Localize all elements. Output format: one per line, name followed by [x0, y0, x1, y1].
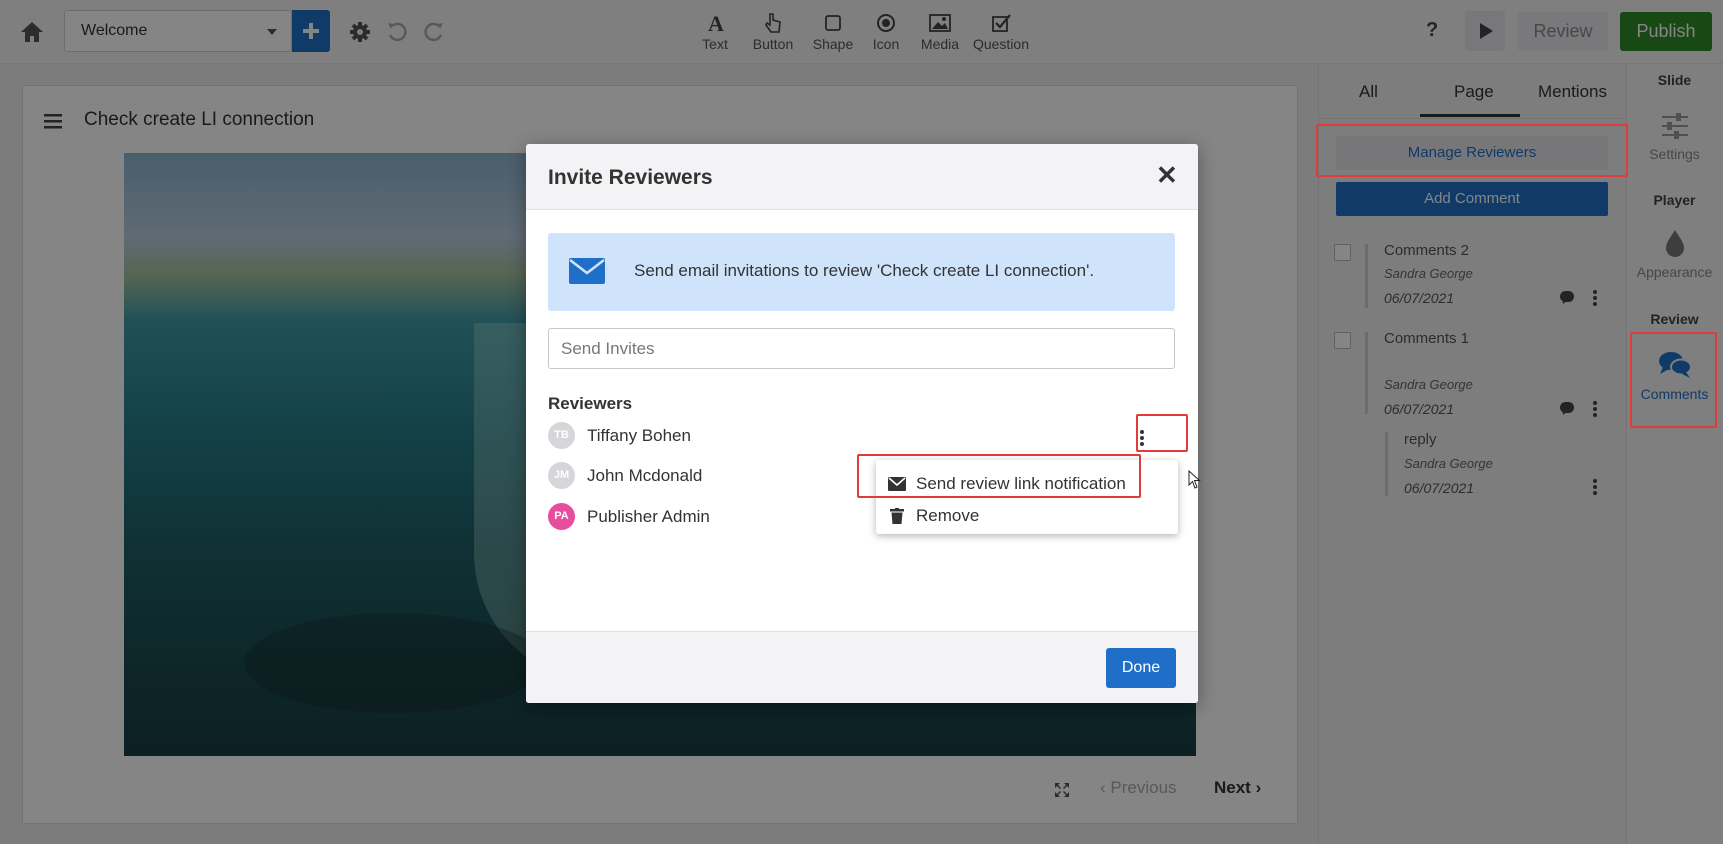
dialog-title: Invite Reviewers — [548, 166, 713, 189]
mouse-cursor-icon — [1188, 470, 1201, 489]
highlight-send-review-link — [857, 454, 1141, 498]
avatar: TB — [548, 422, 575, 449]
reviewer-name: Tiffany Bohen — [587, 426, 691, 445]
envelope-icon — [569, 258, 605, 284]
reviewer-row: TB Tiffany Bohen — [548, 422, 1108, 450]
send-invites-input[interactable] — [548, 328, 1175, 369]
done-button[interactable]: Done — [1106, 648, 1176, 688]
reviewer-row: JM John Mcdonald — [548, 462, 848, 490]
highlight-comments — [1630, 332, 1717, 428]
highlight-manage-reviewers — [1316, 124, 1628, 177]
reviewers-heading: Reviewers — [548, 394, 633, 413]
reviewer-row: PA Publisher Admin — [548, 503, 848, 531]
invite-reviewers-dialog: Invite Reviewers ✕ Send email invitation… — [526, 144, 1198, 703]
highlight-reviewer-options — [1136, 414, 1188, 452]
avatar: PA — [548, 503, 575, 530]
avatar: JM — [548, 462, 575, 489]
info-text: Send email invitations to review 'Check … — [634, 261, 1095, 280]
menu-label: Remove — [916, 506, 980, 525]
reviewer-name: Publisher Admin — [587, 507, 710, 526]
dialog-header: Invite Reviewers ✕ — [526, 144, 1198, 210]
reviewer-name: John Mcdonald — [587, 466, 703, 485]
info-banner: Send email invitations to review 'Check … — [548, 233, 1175, 311]
dialog-footer: Done — [526, 631, 1198, 703]
menu-item-remove[interactable]: Remove — [888, 504, 1088, 528]
trash-icon — [890, 508, 904, 524]
close-icon[interactable]: ✕ — [1156, 162, 1178, 188]
